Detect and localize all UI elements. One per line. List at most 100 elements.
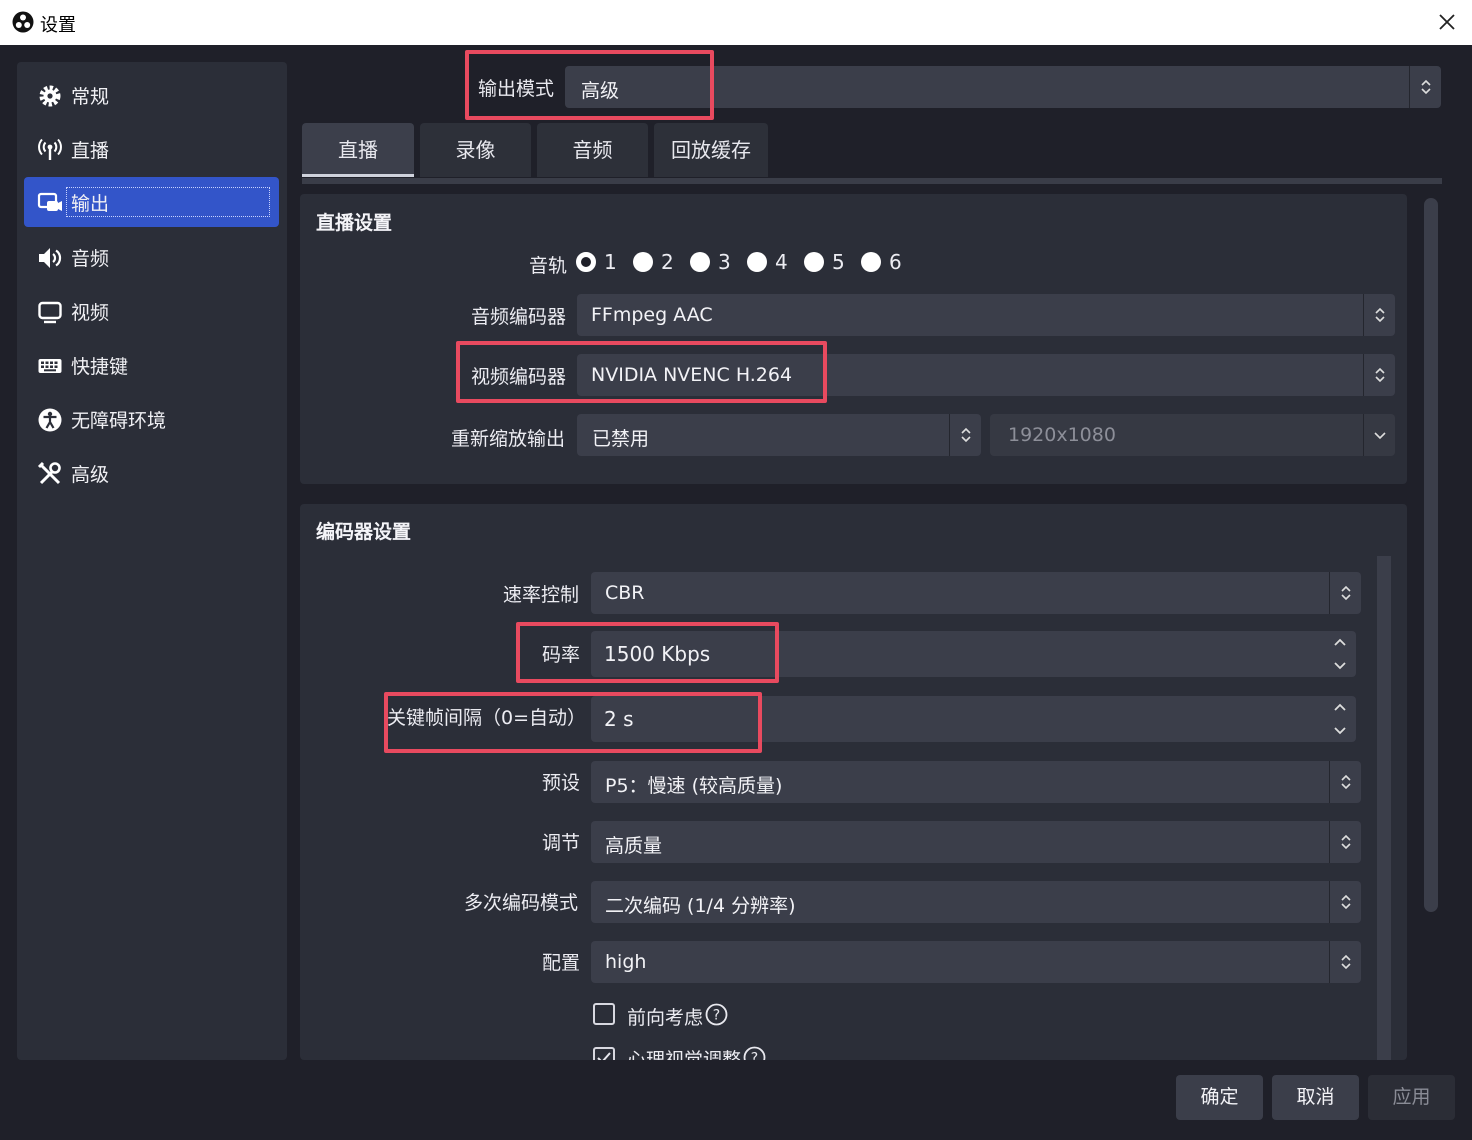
rescale-resolution-value: 1920x1080: [1008, 424, 1116, 446]
tab-replay-buffer[interactable]: 回放缓存: [654, 123, 768, 177]
tools-icon: [37, 461, 61, 485]
sidebar-item-label: 常规: [71, 86, 110, 108]
apply-button[interactable]: 应用: [1368, 1075, 1455, 1120]
audio-track-radio-label: 2: [661, 250, 674, 274]
bitrate-value: 1500 Kbps: [604, 642, 711, 666]
audio-track-radio-4[interactable]: [747, 252, 767, 272]
lookahead-label: 前向考虑: [627, 1007, 704, 1029]
rate-control-label: 速率控制: [503, 584, 580, 606]
profile-value: high: [605, 951, 647, 973]
audio-track-radio-5[interactable]: [804, 252, 824, 272]
video-encoder-value: NVIDIA NVENC H.264: [591, 364, 793, 386]
multipass-value: 二次编码 (1/4 分辨率): [605, 895, 796, 917]
tuning-value: 高质量: [605, 835, 663, 857]
sidebar-item-advanced[interactable]: 高级: [24, 448, 279, 498]
tab-recording[interactable]: 录像: [420, 123, 531, 177]
sidebar-item-label: 输出: [66, 187, 270, 217]
settings-sidebar: 常规 直播 输出 音频 视频 快捷键 无障碍环境 高级: [17, 62, 287, 1060]
audio-track-radio-2[interactable]: [633, 252, 653, 272]
audio-track-label: 音轨: [529, 255, 568, 277]
sidebar-item-audio[interactable]: 音频: [24, 232, 279, 282]
svg-text:?: ?: [713, 1008, 720, 1024]
sidebar-item-accessibility[interactable]: 无障碍环境: [24, 394, 279, 444]
settings-scrollbar[interactable]: [1424, 198, 1438, 912]
audio-track-radio-label: 3: [718, 250, 731, 274]
antenna-icon: [38, 138, 62, 160]
updown-chevron-icon: [1341, 954, 1351, 970]
audio-encoder-select[interactable]: FFmpeg AAC: [577, 294, 1395, 336]
ok-button[interactable]: 确定: [1176, 1075, 1263, 1120]
keyframe-interval-spinbox[interactable]: 2 s: [591, 696, 1356, 742]
output-mode-label: 输出模式: [478, 78, 555, 100]
bitrate-spinbox[interactable]: 1500 Kbps: [591, 631, 1356, 677]
output-icon: [37, 192, 62, 211]
preset-select[interactable]: P5：慢速 (较高质量): [591, 761, 1361, 803]
audio-track-radio-6[interactable]: [861, 252, 881, 272]
lookahead-checkbox[interactable]: [593, 1003, 615, 1025]
tab-audio[interactable]: 音频: [537, 123, 648, 177]
monitor-icon: [38, 301, 62, 324]
sidebar-item-label: 直播: [71, 140, 110, 162]
sidebar-item-hotkeys[interactable]: 快捷键: [24, 340, 279, 390]
sidebar-item-general[interactable]: 常规: [24, 70, 279, 120]
accessibility-icon: [38, 408, 62, 432]
output-mode-value: 高级: [581, 80, 620, 102]
sidebar-item-output[interactable]: 输出: [24, 177, 279, 227]
rate-control-select[interactable]: CBR: [591, 572, 1361, 614]
sidebar-item-label: 音频: [71, 248, 110, 270]
multipass-label: 多次编码模式: [464, 892, 579, 914]
encoder-scrollbar[interactable]: [1377, 556, 1391, 1060]
sidebar-item-label: 视频: [71, 302, 110, 324]
updown-chevron-icon: [961, 427, 971, 443]
preset-value: P5：慢速 (较高质量): [605, 775, 783, 797]
sidebar-item-label: 快捷键: [71, 356, 129, 378]
rescale-output-label: 重新缩放输出: [451, 428, 566, 450]
keyframe-interval-label: 关键帧间隔（0=自动）: [387, 707, 587, 729]
window-title: 设置: [40, 15, 76, 36]
output-mode-select[interactable]: 高级: [565, 66, 1441, 108]
tab-divider: [302, 178, 1442, 184]
updown-chevron-icon: [1341, 894, 1351, 910]
audio-track-radio-3[interactable]: [690, 252, 710, 272]
preset-label: 预设: [542, 772, 581, 794]
updown-chevron-icon: [1375, 367, 1385, 383]
keyboard-icon: [38, 359, 62, 373]
close-icon[interactable]: [1434, 9, 1460, 35]
profile-select[interactable]: high: [591, 941, 1361, 983]
stream-settings-title: 直播设置: [316, 212, 393, 234]
updown-chevron-icon: [1421, 79, 1431, 95]
audio-track-radio-label: 1: [604, 250, 617, 274]
audio-track-radio-label: 5: [832, 250, 845, 274]
sidebar-item-stream[interactable]: 直播: [24, 124, 279, 174]
rescale-output-select[interactable]: 已禁用: [577, 414, 981, 456]
audio-encoder-label: 音频编码器: [471, 306, 567, 328]
multipass-select[interactable]: 二次编码 (1/4 分辨率): [591, 881, 1361, 923]
audio-track-radio-1[interactable]: [576, 252, 596, 272]
speaker-icon: [39, 248, 62, 268]
help-icon[interactable]: ?: [705, 1003, 728, 1026]
profile-label: 配置: [542, 952, 581, 974]
audio-track-radio-label: 4: [775, 250, 788, 274]
gear-icon: [39, 85, 61, 107]
cancel-button[interactable]: 取消: [1272, 1075, 1359, 1120]
updown-chevron-icon: [1341, 834, 1351, 850]
rescale-output-value: 已禁用: [592, 428, 650, 450]
sidebar-item-label: 高级: [71, 464, 110, 486]
bitrate-label: 码率: [542, 644, 581, 666]
obs-logo-icon: [12, 11, 34, 33]
updown-chevron-icon: [1375, 307, 1385, 323]
audio-encoder-value: FFmpeg AAC: [591, 304, 713, 326]
audio-track-radio-label: 6: [889, 250, 902, 274]
title-bar: 设置: [0, 0, 1472, 45]
tab-stream[interactable]: 直播: [302, 123, 414, 177]
updown-chevron-icon: [1341, 585, 1351, 601]
encoder-settings-title: 编码器设置: [316, 521, 412, 543]
tuning-label: 调节: [542, 832, 581, 854]
video-encoder-select[interactable]: NVIDIA NVENC H.264: [577, 354, 1395, 396]
spin-arrows-icon[interactable]: [1330, 635, 1350, 673]
tuning-select[interactable]: 高质量: [591, 821, 1361, 863]
spin-arrows-icon[interactable]: [1330, 700, 1350, 738]
rescale-resolution-select[interactable]: 1920x1080: [990, 414, 1395, 456]
sidebar-item-video[interactable]: 视频: [24, 286, 279, 336]
sidebar-item-label: 无障碍环境: [71, 410, 167, 432]
